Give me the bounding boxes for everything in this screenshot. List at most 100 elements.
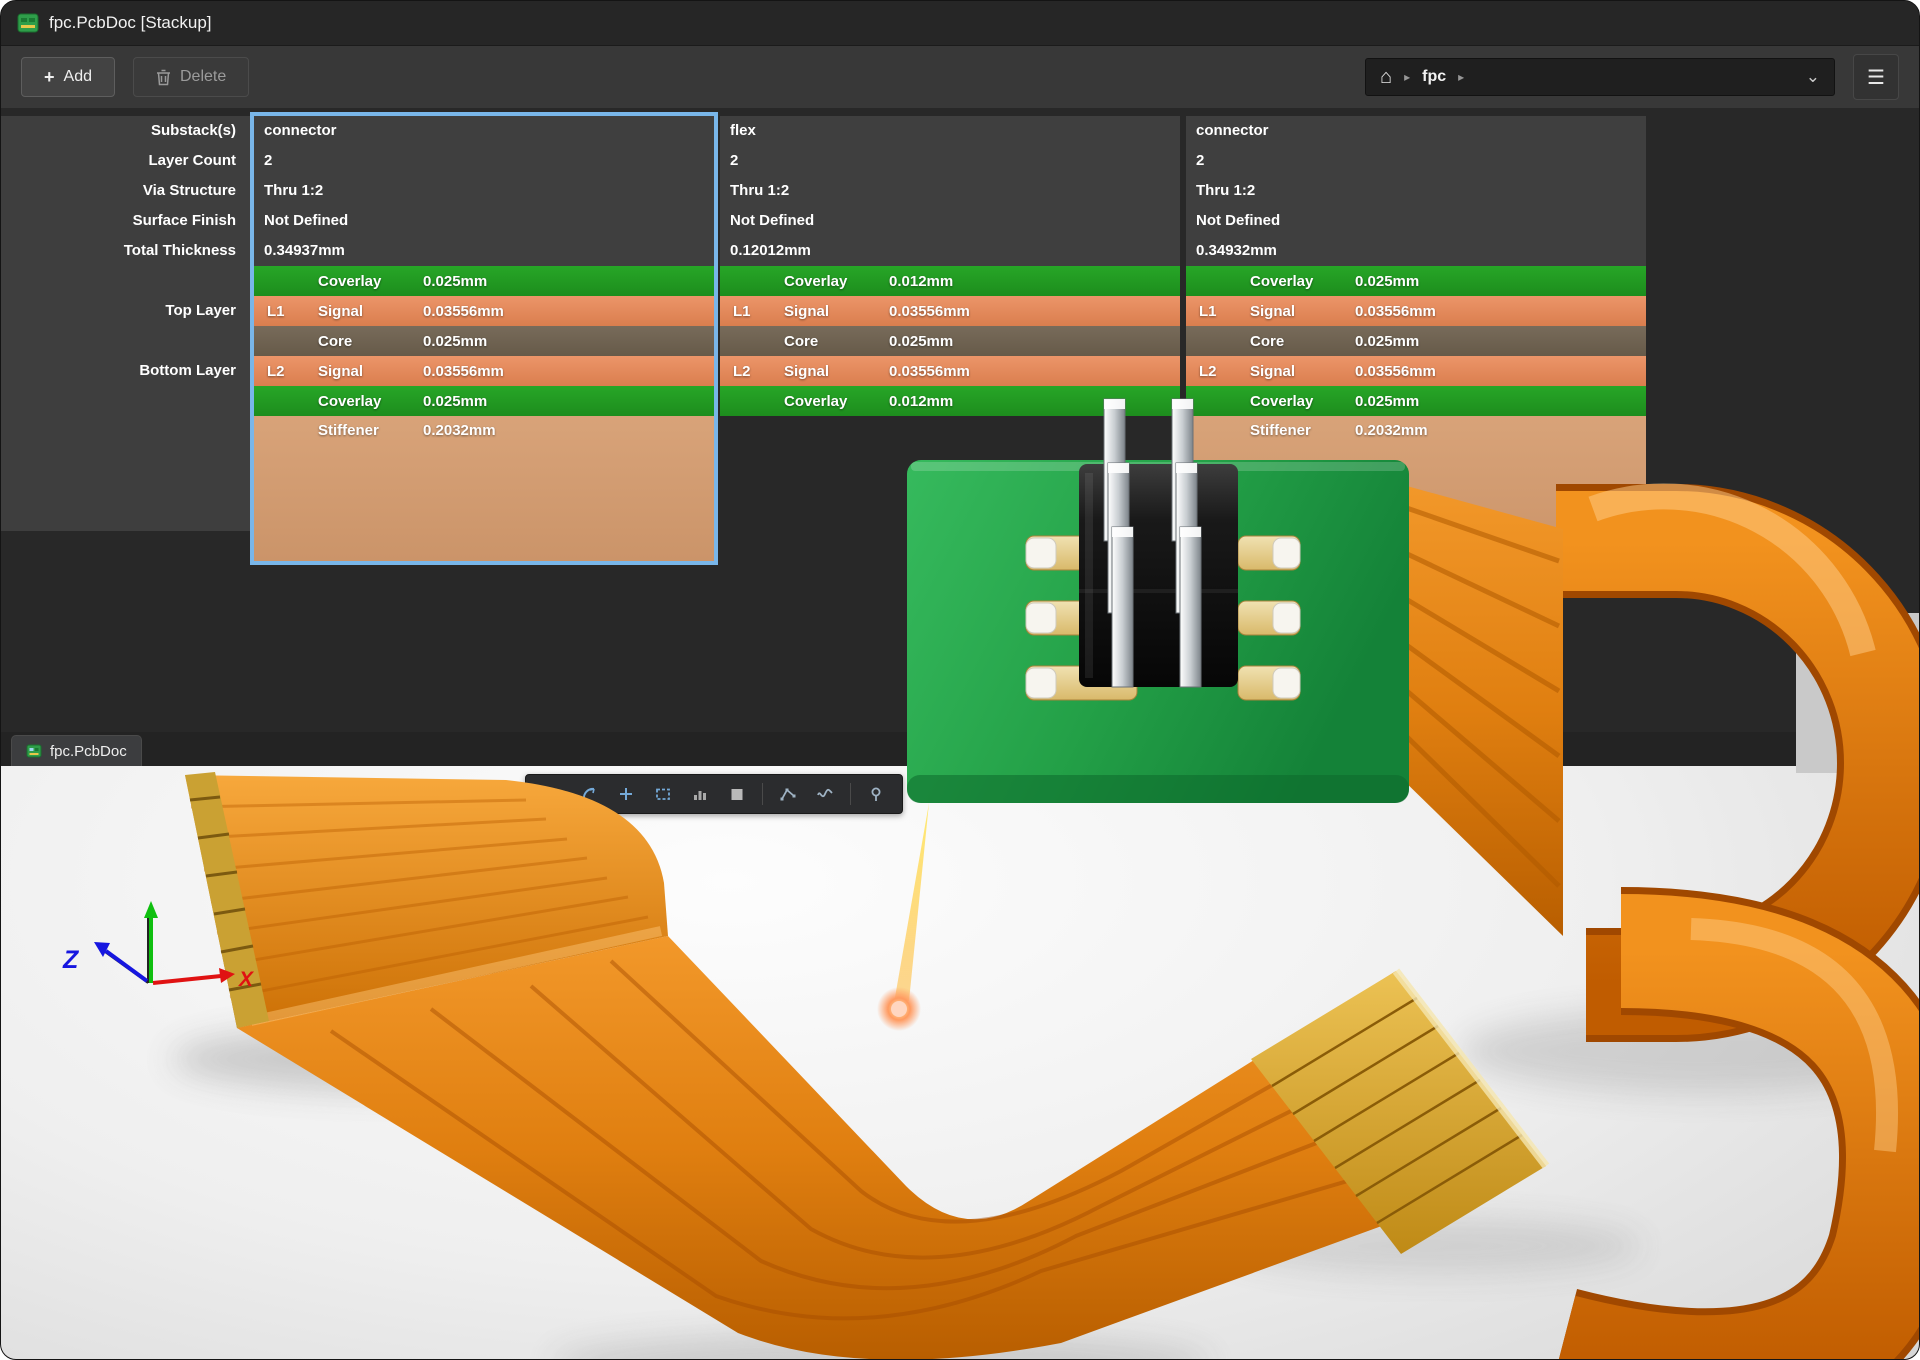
layer-row-coverlay[interactable]: Coverlay0.012mm bbox=[720, 266, 1180, 296]
substack-info-value: 2 bbox=[254, 146, 714, 176]
measure-arc-icon[interactable] bbox=[573, 779, 605, 809]
stackup-row-label: Top Layer bbox=[1, 296, 254, 326]
substack-info-value: 2 bbox=[720, 146, 1180, 176]
layer-prefix: L1 bbox=[267, 303, 318, 320]
layer-name: Signal bbox=[1250, 363, 1355, 380]
view-toolbar bbox=[525, 774, 903, 814]
layer-thickness: 0.2032mm bbox=[423, 416, 714, 446]
layer-thickness: 0.025mm bbox=[423, 273, 714, 290]
layer-row-stiffener[interactable]: Stiffener0.2032mm bbox=[1186, 416, 1646, 561]
layer-thickness: 0.03556mm bbox=[1355, 363, 1646, 380]
add-button[interactable]: + Add bbox=[21, 57, 115, 97]
layer-name: Core bbox=[784, 333, 889, 350]
text-tool-icon[interactable] bbox=[536, 779, 568, 809]
hamburger-icon: ☰ bbox=[1867, 65, 1885, 90]
layer-name: Stiffener bbox=[318, 416, 423, 446]
layer-row-coverlay[interactable]: Coverlay0.025mm bbox=[254, 266, 714, 296]
stackup-panel: + Add Delete ⌂ ▸ fpc ▸ ⌄ ☰ bbox=[1, 46, 1919, 766]
substack-column-connector[interactable]: connector2Thru 1:2Not Defined0.34937mmCo… bbox=[254, 116, 714, 561]
chevron-down-icon[interactable]: ⌄ bbox=[1806, 67, 1820, 87]
stackup-row-label: Substack(s) bbox=[1, 116, 254, 146]
layer-thickness: 0.012mm bbox=[889, 393, 1180, 410]
breadcrumb-item-fpc[interactable]: fpc bbox=[1422, 68, 1446, 86]
probe-icon[interactable] bbox=[860, 779, 892, 809]
home-icon[interactable]: ⌂ bbox=[1380, 67, 1392, 87]
delete-button[interactable]: Delete bbox=[133, 57, 249, 97]
layer-prefix: L2 bbox=[267, 363, 318, 380]
substack-info-value: 0.34937mm bbox=[254, 236, 714, 266]
layer-name: Signal bbox=[318, 303, 423, 320]
layer-prefix: L2 bbox=[733, 363, 784, 380]
title-bar[interactable]: fpc.PcbDoc [Stackup] bbox=[1, 1, 1919, 46]
layer-row-stiffener[interactable]: Stiffener0.2032mm bbox=[254, 416, 714, 561]
substack-info-value: Not Defined bbox=[254, 206, 714, 236]
layer-name: Signal bbox=[784, 303, 889, 320]
layer-name: Stiffener bbox=[1250, 416, 1355, 446]
substack-column-flex[interactable]: flex2Thru 1:2Not Defined0.12012mmCoverla… bbox=[720, 116, 1180, 561]
wave-icon[interactable] bbox=[809, 779, 841, 809]
stackup-toolbar: + Add Delete ⌂ ▸ fpc ▸ ⌄ ☰ bbox=[1, 46, 1919, 108]
stackup-row-label: Bottom Layer bbox=[1, 356, 254, 386]
menu-button[interactable]: ☰ bbox=[1853, 54, 1899, 100]
layer-prefix: L1 bbox=[1199, 303, 1250, 320]
layer-thickness: 0.025mm bbox=[889, 333, 1180, 350]
layer-row-signal[interactable]: L2Signal0.03556mm bbox=[1186, 356, 1646, 386]
layer-name: Coverlay bbox=[1250, 393, 1355, 410]
layer-row-core[interactable]: Core0.025mm bbox=[1186, 326, 1646, 356]
layer-row-coverlay[interactable]: Coverlay0.025mm bbox=[1186, 266, 1646, 296]
layer-row-signal[interactable]: L1Signal0.03556mm bbox=[254, 296, 714, 326]
board-insight-icon[interactable] bbox=[721, 779, 753, 809]
plus-icon: + bbox=[44, 68, 55, 86]
substack-column-connector[interactable]: connector2Thru 1:2Not Defined0.34932mmCo… bbox=[1186, 116, 1646, 561]
layer-name: Coverlay bbox=[318, 393, 423, 410]
pcb-doc-icon bbox=[17, 12, 39, 34]
substack-info-value: Not Defined bbox=[720, 206, 1180, 236]
layer-name: Coverlay bbox=[784, 273, 889, 290]
stackup-row-label bbox=[1, 326, 254, 356]
layer-row-signal[interactable]: L2Signal0.03556mm bbox=[720, 356, 1180, 386]
layer-row-core[interactable]: Core0.025mm bbox=[254, 326, 714, 356]
select-area-icon[interactable] bbox=[647, 779, 679, 809]
layer-name: Core bbox=[318, 333, 423, 350]
app-window: fpc.PcbDoc [Stackup] + Add Delete ⌂ ▸ fp… bbox=[0, 0, 1920, 1360]
layer-prefix: L1 bbox=[733, 303, 784, 320]
layer-row-core[interactable]: Core0.025mm bbox=[720, 326, 1180, 356]
document-tab-bar: fpc.PcbDoc bbox=[1, 732, 1919, 766]
layer-row-signal[interactable]: L1Signal0.03556mm bbox=[1186, 296, 1646, 326]
substack-info-value: 0.34932mm bbox=[1186, 236, 1646, 266]
layer-row-coverlay[interactable]: Coverlay0.012mm bbox=[720, 386, 1180, 416]
substack-info-value: 0.12012mm bbox=[720, 236, 1180, 266]
pcb-3d-viewport[interactable] bbox=[1, 766, 1919, 1360]
layer-row-coverlay[interactable]: Coverlay0.025mm bbox=[254, 386, 714, 416]
layer-thickness: 0.025mm bbox=[423, 333, 714, 350]
substack-info-value: Not Defined bbox=[1186, 206, 1646, 236]
stackup-table: Substack(s)Layer CountVia StructureSurfa… bbox=[1, 108, 1919, 732]
layer-thickness: 0.025mm bbox=[423, 393, 714, 410]
layer-row-signal[interactable]: L1Signal0.03556mm bbox=[720, 296, 1180, 326]
layer-row-signal[interactable]: L2Signal0.03556mm bbox=[254, 356, 714, 386]
chevron-right-icon: ▸ bbox=[1458, 70, 1464, 84]
layer-thickness: 0.03556mm bbox=[423, 303, 714, 320]
layer-thickness: 0.025mm bbox=[1355, 393, 1646, 410]
tab-fpc-pcbdoc[interactable]: fpc.PcbDoc bbox=[11, 735, 142, 766]
net-path-icon[interactable] bbox=[772, 779, 804, 809]
substack-info-value: connector bbox=[254, 116, 714, 146]
stackup-row-label: Surface Finish bbox=[1, 206, 254, 236]
stackup-row-label: Total Thickness bbox=[1, 236, 254, 266]
histogram-icon[interactable] bbox=[684, 779, 716, 809]
stackup-row-label: Layer Count bbox=[1, 146, 254, 176]
stackup-row-label bbox=[1, 416, 254, 446]
layer-name: Coverlay bbox=[1250, 273, 1355, 290]
window-title: fpc.PcbDoc [Stackup] bbox=[49, 13, 212, 33]
substack-info-value: 2 bbox=[1186, 146, 1646, 176]
stackup-row-label: Via Structure bbox=[1, 176, 254, 206]
layer-name: Signal bbox=[784, 363, 889, 380]
cross-cursor-icon[interactable] bbox=[610, 779, 642, 809]
substack-info-value: Thru 1:2 bbox=[720, 176, 1180, 206]
layer-prefix: L2 bbox=[1199, 363, 1250, 380]
breadcrumb[interactable]: ⌂ ▸ fpc ▸ ⌄ bbox=[1365, 58, 1835, 96]
layer-thickness: 0.025mm bbox=[1355, 273, 1646, 290]
layer-row-coverlay[interactable]: Coverlay0.025mm bbox=[1186, 386, 1646, 416]
layer-thickness: 0.2032mm bbox=[1355, 416, 1646, 446]
substack-info-value: Thru 1:2 bbox=[1186, 176, 1646, 206]
